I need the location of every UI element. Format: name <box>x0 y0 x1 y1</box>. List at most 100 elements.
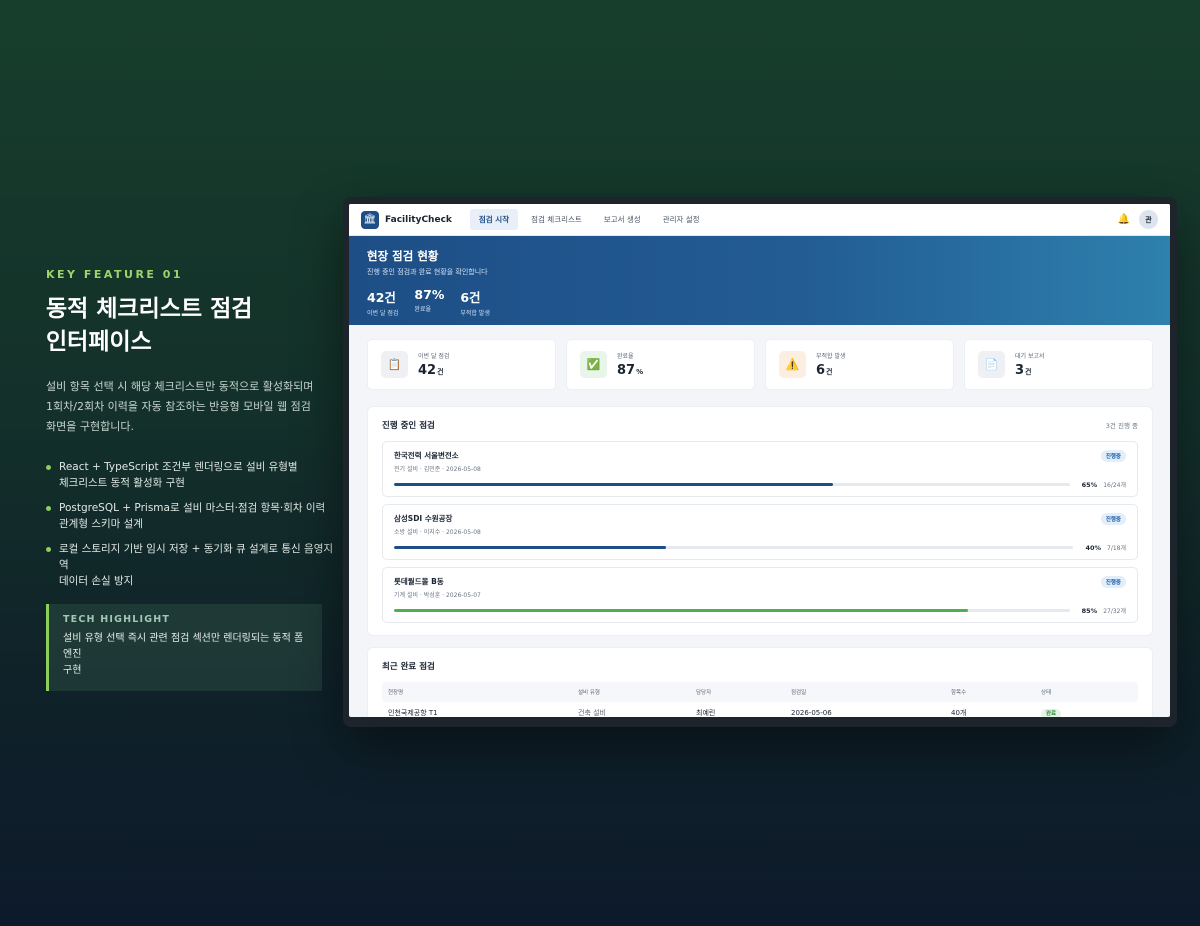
section-header: 진행 중인 점검 3건 진행 중 <box>382 419 1138 431</box>
card-unit: % <box>636 368 644 376</box>
site-meta: 전기 설비 · 김민준 · 2026-05-08 <box>394 466 481 473</box>
headline-line: 동적 체크리스트 점검 <box>46 296 253 322</box>
column-header[interactable]: 상태 <box>1041 688 1132 696</box>
main-nav: 점검 시작 점검 체크리스트 보고서 생성 관리자 설정 <box>469 209 713 230</box>
progress-fill <box>394 546 666 549</box>
in-progress-section: 진행 중인 점검 3건 진행 중 한국전력 서울변전소 전기 설비 · 김민준 … <box>367 406 1153 636</box>
table-cell: 건축 설비 <box>578 709 606 717</box>
nav-item-admin-settings[interactable]: 관리자 설정 <box>654 209 709 230</box>
banner-stat-label: 완료율 <box>414 306 431 313</box>
bullet-line: 데이터 손실 방지 <box>59 575 134 587</box>
bullet-line: 체크리스트 동적 활성화 구현 <box>59 477 185 489</box>
table-header: 현장명 설비 유형 담당자 점검일 항목수 상태 <box>382 682 1138 702</box>
progress-fill <box>394 609 969 612</box>
desc-line: 1회차/2회차 이력을 자동 참조하는 반응형 모바일 웹 점검 <box>46 400 311 413</box>
banner-stat-value: 87% <box>414 287 445 302</box>
banner-stat-label: 이번 달 점검 <box>367 310 399 317</box>
banner-stat: 42건 이번 달 점검 <box>367 287 398 317</box>
section-title: 최근 완료 점검 <box>382 662 435 672</box>
stat-card-pending-reports[interactable]: 📄 대기 보고서 3건 <box>964 339 1153 390</box>
table-cell: 최예린 <box>696 709 716 717</box>
section-count: 3건 진행 중 <box>1105 422 1138 430</box>
completed-section: 최근 완료 점검 현장명 설비 유형 담당자 점검일 항목수 상태 인천국제공항… <box>367 647 1153 717</box>
progress-percent: 85% <box>1081 606 1098 615</box>
card-text: 부적합 발생 6건 <box>816 351 846 378</box>
banner-subtitle: 진행 중인 점검과 완료 현황을 확인합니다 <box>367 268 488 276</box>
stat-card-monthly-inspections[interactable]: 📋 이번 달 점검 42건 <box>367 339 556 390</box>
site-name: 한국전력 서울변전소 <box>394 451 459 460</box>
column-header[interactable]: 점검일 <box>791 688 951 696</box>
building-icon[interactable]: 🏛 <box>361 210 379 229</box>
desc-line: 화면을 구현합니다. <box>46 420 134 433</box>
document-icon: 📄 <box>978 351 1005 378</box>
highlight-line: 설비 유형 선택 즉시 관련 점검 섹션만 렌더링되는 동적 폼 엔진 <box>63 633 304 660</box>
site-card[interactable]: 삼성SDI 수원공장 소방 설비 · 이지수 · 2026-05-08 진행중 … <box>382 504 1138 560</box>
table-row[interactable]: 인천국제공항 T1 건축 설비 최예린 2026-05-06 40개 완료 <box>382 702 1138 717</box>
banner-stat-label: 부적합 발생 <box>460 310 490 317</box>
tech-highlight-title: TECH HIGHLIGHT <box>63 614 171 625</box>
progress-items: 27/32개 <box>1103 608 1126 615</box>
bullet-dot-icon <box>46 465 51 470</box>
column-header[interactable]: 담당자 <box>696 688 791 696</box>
bell-icon[interactable]: 🔔 <box>1118 214 1130 225</box>
progress-row: 65% 16/24개 <box>394 480 1126 489</box>
stat-card-completion-rate[interactable]: ✅ 완료율 87% <box>566 339 755 390</box>
banner-stats: 42건 이번 달 점검 87% 완료율 6건 부적합 발생 <box>367 287 1152 317</box>
card-label: 이번 달 점검 <box>418 353 450 360</box>
highlight-line: 구현 <box>63 665 82 676</box>
avatar[interactable]: 관 <box>1139 210 1158 229</box>
status-badge: 진행중 <box>1100 576 1126 588</box>
progress-items: 7/18개 <box>1107 545 1126 552</box>
tech-highlight-text: 설비 유형 선택 즉시 관련 점검 섹션만 렌더링되는 동적 폼 엔진 구현 <box>63 631 308 679</box>
section-title: 진행 중인 점검 <box>382 421 435 431</box>
progress-row: 40% 7/18개 <box>394 543 1126 552</box>
card-number: 3 <box>1015 363 1025 378</box>
table-cell: 인천국제공항 T1 <box>388 709 438 717</box>
nav-item-start-inspection[interactable]: 점검 시작 <box>469 209 519 230</box>
status-badge: 진행중 <box>1100 450 1126 462</box>
card-unit: 건 <box>826 368 833 376</box>
card-number: 42 <box>418 363 437 378</box>
site-meta: 소방 설비 · 이지수 · 2026-05-08 <box>394 529 481 536</box>
card-value: 87% <box>617 363 643 378</box>
card-number: 6 <box>816 363 826 378</box>
card-value: 6건 <box>816 363 846 378</box>
bullet-line: PostgreSQL + Prisma로 설비 마스터·점검 항목·회차 이력 <box>59 502 326 514</box>
bullet-item: React + TypeScript 조건부 렌더링으로 설비 유형별 체크리스트… <box>46 459 336 491</box>
site-name: 삼성SDI 수원공장 <box>394 514 453 523</box>
feature-headline: 동적 체크리스트 점검 인터페이스 <box>46 293 336 359</box>
clipboard-icon: 📋 <box>381 351 408 378</box>
column-header[interactable]: 항목수 <box>951 688 1041 696</box>
device-frame: 🏛 FacilityCheck 점검 시작 점검 체크리스트 보고서 생성 관리… <box>343 197 1177 727</box>
card-value: 42건 <box>418 363 449 378</box>
card-label: 완료율 <box>617 353 634 360</box>
nav-item-checklist[interactable]: 점검 체크리스트 <box>522 209 591 230</box>
site-card[interactable]: 한국전력 서울변전소 전기 설비 · 김민준 · 2026-05-08 진행중 … <box>382 441 1138 497</box>
progress-track <box>394 483 1070 486</box>
column-header[interactable]: 현장명 <box>388 688 578 696</box>
status-badge: 진행중 <box>1100 513 1126 525</box>
app-header: 🏛 FacilityCheck 점검 시작 점검 체크리스트 보고서 생성 관리… <box>349 204 1170 236</box>
card-value: 3건 <box>1015 363 1045 378</box>
progress-percent: 65% <box>1081 480 1098 489</box>
banner-stat: 6건 부적합 발생 <box>460 287 490 317</box>
progress-percent: 40% <box>1085 543 1101 552</box>
desc-line: 설비 항목 선택 시 해당 체크리스트만 동적으로 활성화되며 <box>46 380 314 393</box>
feature-description-text: 설비 항목 선택 시 해당 체크리스트만 동적으로 활성화되며 1회차/2회차 … <box>46 377 336 437</box>
header-actions: 🔔 관 <box>1118 210 1158 229</box>
banner-stat: 87% 완료율 <box>414 287 444 317</box>
stat-card-nonconformity[interactable]: ⚠️ 부적합 발생 6건 <box>765 339 954 390</box>
card-label: 대기 보고서 <box>1015 353 1045 360</box>
progress-track <box>394 609 1070 612</box>
column-header[interactable]: 설비 유형 <box>578 688 696 696</box>
card-unit: 건 <box>437 368 444 376</box>
card-text: 대기 보고서 3건 <box>1015 351 1045 378</box>
table-cell: 완료 <box>1041 709 1132 717</box>
completed-table: 현장명 설비 유형 담당자 점검일 항목수 상태 인천국제공항 T1 건축 설비… <box>382 682 1138 717</box>
nav-item-report[interactable]: 보고서 생성 <box>595 209 650 230</box>
progress-track <box>394 546 1074 549</box>
feature-description: KEY FEATURE 01 동적 체크리스트 점검 인터페이스 설비 항목 선… <box>46 268 336 691</box>
brand-name[interactable]: FacilityCheck <box>385 215 452 225</box>
table-cell: 40개 <box>951 709 967 717</box>
site-card[interactable]: 롯데월드몰 B동 기계 설비 · 박성훈 · 2026-05-07 진행중 85… <box>382 567 1138 623</box>
